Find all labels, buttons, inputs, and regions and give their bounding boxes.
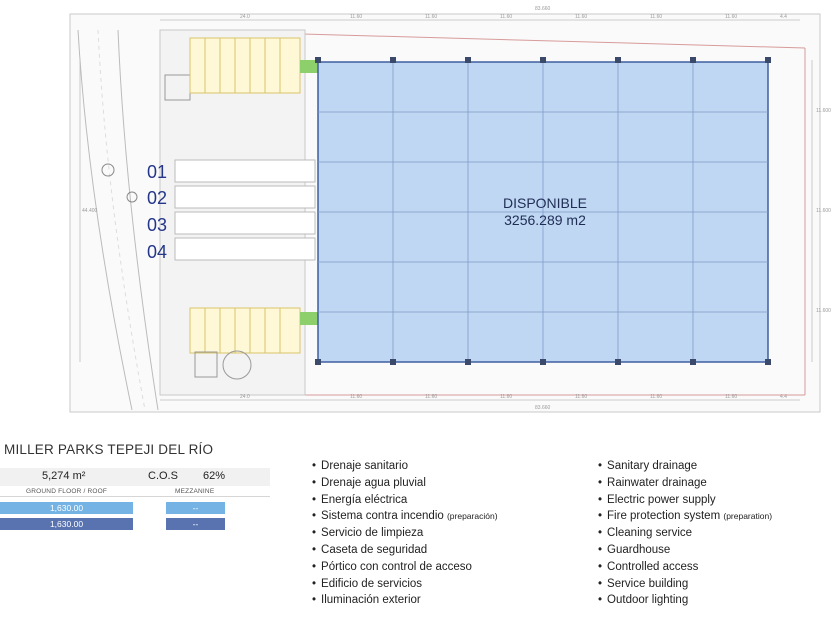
dim-label: 11.60	[350, 394, 362, 400]
dim-label: 4.4	[780, 14, 787, 20]
amenities-list-en: Sanitary drainage Rainwater drainage Ele…	[598, 458, 772, 609]
amenity-item: Cleaning service	[598, 525, 772, 542]
dim-label: 24.0	[240, 394, 250, 400]
amenity-item: Energía eléctrica	[312, 492, 498, 509]
mezzanine-value-bar: --	[166, 518, 225, 530]
cos-label: C.O.S	[148, 470, 178, 482]
amenity-item: Sistema contra incendio (preparación)	[312, 508, 498, 525]
amenity-item: Pórtico con control de acceso	[312, 559, 498, 576]
parking-area-top	[189, 37, 301, 94]
cos-value: 62%	[203, 470, 226, 482]
dim-label: 11.600	[816, 108, 831, 114]
dim-label: 4.4	[780, 394, 787, 400]
dim-total: 44.400	[82, 208, 98, 214]
green-area	[300, 312, 318, 325]
amenity-item: Electric power supply	[598, 492, 772, 509]
amenity-item: Servicio de limpieza	[312, 525, 498, 542]
amenities-list-es: Drenaje sanitario Drenaje agua pluvial E…	[312, 458, 498, 609]
amenity-item: Controlled access	[598, 559, 772, 576]
dim-total: 83.660	[535, 6, 551, 12]
available-label: DISPONIBLE	[503, 195, 587, 211]
total-area: 5,274 m²	[42, 470, 86, 482]
dim-label: 11.60	[350, 14, 362, 20]
dim-label: 11.600	[816, 208, 831, 214]
available-area-value: 3256.289 m2	[504, 212, 586, 228]
roof-value-bar: 1,630.00	[0, 518, 133, 530]
dim-label: 11.60	[425, 394, 437, 400]
amenity-item: Fire protection system (preparation)	[598, 508, 772, 525]
dim-label: 11.60	[725, 14, 737, 20]
dim-label: 11.60	[725, 394, 737, 400]
amenity-item: Drenaje agua pluvial	[312, 475, 498, 492]
amenity-item: Service building	[598, 576, 772, 593]
divider	[0, 496, 270, 497]
amenity-item: Iluminación exterior	[312, 592, 498, 609]
dim-total: 83.660	[535, 405, 551, 411]
dim-label: 11.60	[425, 14, 437, 20]
dim-label: 11.60	[500, 14, 512, 20]
amenity-item: Outdoor lighting	[598, 592, 772, 609]
dim-label: 11.60	[650, 394, 662, 400]
amenity-item: Edificio de servicios	[312, 576, 498, 593]
mezzanine-header: MEZZANINE	[175, 488, 215, 495]
dim-label: 11.60	[575, 394, 587, 400]
site-plan: 01 02 03 04 DISPONIBLE 3256.289 m2 24.0 …	[69, 6, 831, 413]
parking-area-bottom	[189, 307, 301, 354]
dock-label: 03	[147, 215, 167, 235]
dim-label: 11.600	[816, 308, 831, 314]
amenity-item: Sanitary drainage	[598, 458, 772, 475]
dock-label: 02	[147, 188, 167, 208]
property-info: MILLER PARKS TEPEJI DEL RÍO 5,274 m² C.O…	[0, 430, 840, 630]
mezzanine-value-bar: --	[166, 502, 225, 514]
property-title: MILLER PARKS TEPEJI DEL RÍO	[4, 442, 214, 457]
dim-label: 11.60	[575, 14, 587, 20]
ground-floor-header: GROUND FLOOR / ROOF	[26, 488, 108, 495]
dim-label: 11.60	[500, 394, 512, 400]
amenity-item: Rainwater drainage	[598, 475, 772, 492]
amenity-item: Caseta de seguridad	[312, 542, 498, 559]
amenity-item: Drenaje sanitario	[312, 458, 498, 475]
area-stats-row: 5,274 m² C.O.S 62%	[0, 468, 270, 486]
dim-label: 24.0	[240, 14, 250, 20]
dock-label: 01	[147, 162, 167, 182]
amenity-item: Guardhouse	[598, 542, 772, 559]
dock-label: 04	[147, 242, 167, 262]
dim-label: 11.60	[650, 14, 662, 20]
ground-floor-value-bar: 1,630.00	[0, 502, 133, 514]
